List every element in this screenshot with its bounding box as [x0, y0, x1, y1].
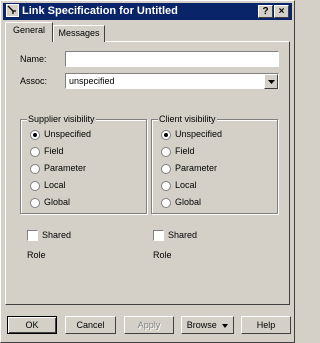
ok-button[interactable]: OK: [7, 316, 57, 334]
client-radio-parameter[interactable]: [161, 164, 171, 174]
chevron-down-icon: [222, 323, 229, 328]
client-shared-checkbox[interactable]: [153, 230, 164, 241]
client-radio-unspecified[interactable]: [161, 130, 171, 140]
supplier-option-label: Parameter: [44, 163, 87, 173]
window-title: Link Specification for Untitled: [22, 5, 178, 17]
supplier-option-label: Unspecified: [44, 129, 92, 139]
client-option-label: Field: [175, 146, 195, 156]
name-input[interactable]: [65, 51, 279, 67]
client-radio-local[interactable]: [161, 181, 171, 191]
supplier-visibility-group: Supplier visibility Unspecified Field Pa…: [20, 114, 147, 214]
client-role-label: Role: [153, 250, 172, 260]
client-radio-field[interactable]: [161, 147, 171, 157]
tab-general[interactable]: General: [5, 22, 53, 42]
assoc-dropdown-value: unspecified: [69, 76, 115, 86]
cancel-button[interactable]: Cancel: [65, 316, 116, 334]
client-option-label: Global: [175, 197, 202, 207]
chevron-down-icon[interactable]: [264, 74, 278, 89]
supplier-role-label: Role: [27, 250, 46, 260]
client-option-label: Parameter: [175, 163, 218, 173]
supplier-radio-global[interactable]: [30, 198, 40, 208]
client-visibility-title: Client visibility: [158, 114, 217, 124]
title-bar[interactable]: Link Specification for Untitled ? ×: [3, 3, 292, 20]
close-button[interactable]: ×: [274, 5, 289, 18]
browse-button[interactable]: Browse: [181, 316, 234, 334]
browse-button-label: Browse: [186, 320, 217, 330]
supplier-option-label: Global: [44, 197, 71, 207]
link-spec-icon: [6, 4, 19, 17]
client-visibility-group: Client visibility Unspecified Field Para…: [151, 114, 278, 214]
supplier-radio-field[interactable]: [30, 147, 40, 157]
supplier-option-label: Field: [44, 146, 64, 156]
supplier-shared-label: Shared: [42, 230, 72, 240]
link-specification-dialog: Link Specification for Untitled ? × Gene…: [0, 0, 295, 343]
supplier-radio-parameter[interactable]: [30, 164, 40, 174]
client-option-label: Unspecified: [175, 129, 223, 139]
supplier-shared-checkbox[interactable]: [27, 230, 38, 241]
general-tab-panel: Name: Assoc: unspecified Supplier visibi…: [5, 41, 290, 305]
supplier-visibility-title: Supplier visibility: [27, 114, 96, 124]
assoc-label: Assoc:: [20, 76, 48, 86]
supplier-radio-unspecified[interactable]: [30, 130, 40, 140]
help-title-button[interactable]: ?: [258, 5, 273, 18]
help-button[interactable]: Help: [241, 316, 291, 334]
client-option-label: Local: [175, 180, 197, 190]
tab-messages[interactable]: Messages: [53, 25, 105, 42]
name-label: Name:: [20, 54, 47, 64]
client-shared-label: Shared: [168, 230, 198, 240]
assoc-dropdown[interactable]: unspecified: [65, 73, 279, 89]
client-radio-global[interactable]: [161, 198, 171, 208]
supplier-radio-local[interactable]: [30, 181, 40, 191]
apply-button[interactable]: Apply: [124, 316, 174, 334]
supplier-option-label: Local: [44, 180, 66, 190]
